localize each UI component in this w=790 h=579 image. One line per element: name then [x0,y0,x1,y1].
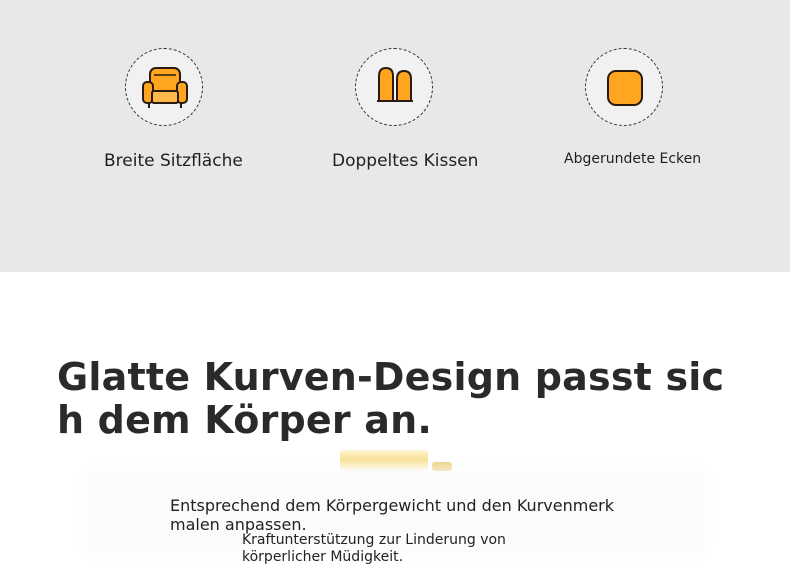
rounded-corner-icon [585,48,663,126]
feature-label-rounded-corners: Abgerundete Ecken [564,151,702,167]
subdescription-text: Kraftunterstützung zur Linderung von kör… [242,532,506,565]
double-cushion-icon [355,48,433,126]
description-text: Entsprechend dem Körpergewicht und den K… [170,496,614,534]
armchair-icon [125,48,203,126]
feature-label-double-cushion: Doppeltes Kissen [332,151,479,171]
decorative-bar [340,450,428,470]
features-section: Breite Sitzfläche Doppeltes Kissen Abger… [0,0,790,272]
decorative-bar-tip [432,462,452,471]
headline: Glatte Kurven-Design passt sich dem Körp… [57,355,725,442]
feature-label-wide-seat: Breite Sitzfläche [104,151,243,171]
